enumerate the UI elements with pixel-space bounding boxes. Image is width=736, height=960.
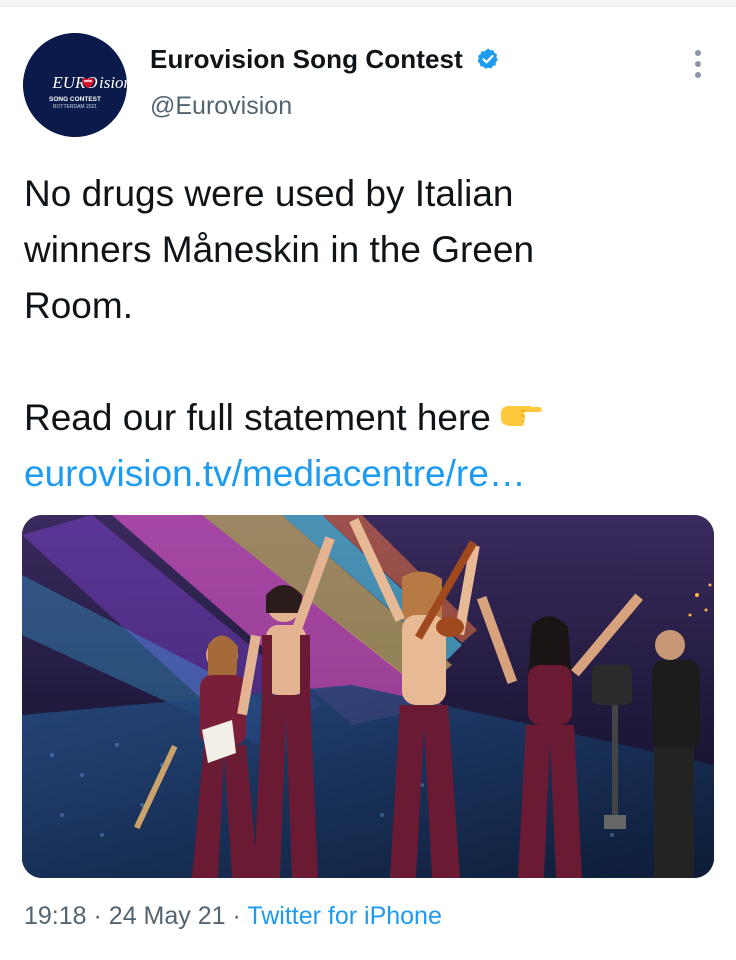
author-handle[interactable]: @Eurovision bbox=[150, 92, 292, 121]
tweet-time[interactable]: 19:18 bbox=[24, 902, 87, 930]
avatar[interactable]: EURO ision SONG CONTEST ROTTERDAM 2021 bbox=[23, 33, 127, 137]
top-divider bbox=[0, 0, 736, 7]
meta-separator: · bbox=[232, 902, 241, 930]
more-vertical-icon bbox=[695, 50, 701, 56]
tweet-text-line: Read our full statement here bbox=[24, 390, 714, 446]
tweet-text-line: winners Måneskin in the Green bbox=[24, 229, 535, 270]
tweet-text-line: Room. bbox=[24, 285, 133, 326]
tweet-photo[interactable] bbox=[22, 515, 714, 878]
verified-badge-icon bbox=[477, 48, 498, 69]
tweet-link[interactable]: eurovision.tv/mediacentre/re… bbox=[24, 453, 526, 494]
tweet-source-link[interactable]: Twitter for iPhone bbox=[247, 902, 442, 930]
svg-text:ision: ision bbox=[99, 73, 127, 92]
tweet-text-line: No drugs were used by Italian bbox=[24, 173, 514, 214]
logo-line1: SONG CONTEST bbox=[49, 96, 101, 103]
tweet-date[interactable]: 24 May 21 bbox=[109, 902, 226, 930]
more-options-button[interactable] bbox=[682, 42, 714, 86]
tweet-metadata: 19:18 · 24 May 21 · Twitter for iPhone bbox=[24, 902, 442, 931]
meta-separator: · bbox=[93, 902, 102, 930]
tweet-text: No drugs were used by Italian winners Må… bbox=[24, 166, 714, 502]
logo-line2: ROTTERDAM 2021 bbox=[53, 104, 97, 110]
author-display-name[interactable]: Eurovision Song Contest bbox=[150, 44, 463, 75]
performers-on-stage-photo bbox=[22, 515, 714, 878]
eurovision-logo: EURO ision SONG CONTEST ROTTERDAM 2021 bbox=[23, 33, 127, 137]
backhand-index-pointing-right-icon bbox=[500, 406, 542, 427]
